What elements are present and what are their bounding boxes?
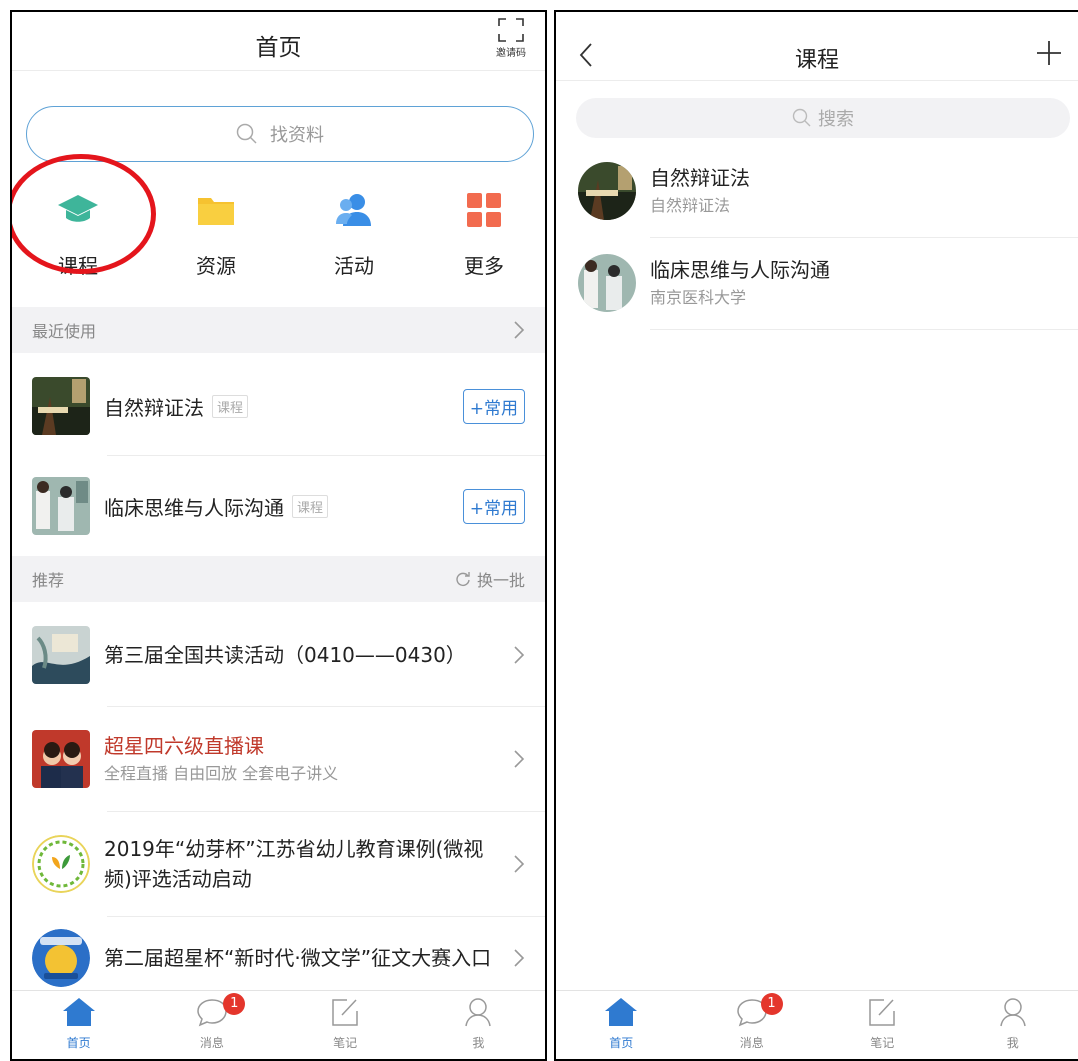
chevron-right-icon [514,855,525,873]
quick-activity-label: 活动 [334,254,374,278]
recommend-thumbnail [32,835,90,893]
tab-me-label: 我 [1006,1036,1019,1050]
tab-me[interactable]: 我 [412,991,545,1059]
tab-me[interactable]: 我 [948,991,1078,1059]
add-favorite-button[interactable]: +常用 [462,488,525,524]
course-subtitle: 自然辩证法 [650,196,731,215]
tab-home[interactable]: 首页 [556,991,687,1059]
search-placeholder: 找资料 [270,125,324,146]
recent-header-label: 最近使用 [32,322,97,341]
page-title: 首页 [255,35,302,61]
tab-messages[interactable]: 1 消息 [687,991,818,1059]
add-favorite-button[interactable]: +常用 [462,388,525,424]
tab-messages[interactable]: 1 消息 [145,991,278,1059]
scan-icon [498,18,524,42]
type-tag: 课程 [292,494,329,518]
quick-resource-label: 资源 [196,254,236,278]
search-icon [236,123,257,144]
recommend-title: 2019年“幼芽杯”江苏省幼儿教育课例(微视频)评选活动启动 [104,837,484,891]
unread-badge: 1 [223,993,246,1015]
chevron-right-icon [514,750,525,768]
course-avatar [578,254,636,312]
tab-home-label: 首页 [609,1036,634,1050]
add-icon[interactable] [1036,40,1062,66]
course-screen: 课程 搜索 自然辩证法 自然辩证法 临床思维与人际沟通 南京医科大学 首页 1 … [554,10,1078,1061]
quick-more-label: 更多 [464,254,504,278]
course-thumbnail [32,377,90,435]
course-item[interactable]: 临床思维与人际沟通 南京医科大学 [556,238,1078,328]
course-search-input[interactable]: 搜索 [576,98,1070,138]
recommend-title: 第二届超星杯“新时代·微文学”征文大赛入口 [104,946,492,970]
tab-bar: 首页 1 消息 笔记 我 [12,990,545,1059]
recommend-title: 超星四六级直播课 [104,734,264,758]
search-icon [792,108,811,127]
note-icon [869,999,895,1026]
course-avatar [578,162,636,220]
recent-header[interactable]: 最近使用 [12,307,545,353]
recent-item[interactable]: 临床思维与人际沟通 课程 +常用 [12,456,545,556]
refresh-button[interactable]: 换一批 [455,567,525,591]
search-placeholder: 搜索 [818,109,854,130]
chevron-right-icon [514,321,525,339]
recent-item-title: 临床思维与人际沟通 [104,495,284,520]
tab-notes[interactable]: 笔记 [279,991,412,1059]
invite-code-button[interactable]: 邀请码 [491,18,531,66]
folder-icon [198,198,234,225]
user-icon [1000,998,1026,1027]
quick-activity-button[interactable]: 活动 [294,192,414,279]
recommend-thumbnail [32,929,90,987]
course-name: 临床思维与人际沟通 [650,258,830,282]
course-subtitle: 南京医科大学 [650,288,747,307]
search-input[interactable]: 找资料 [26,106,534,162]
chevron-right-icon [514,646,525,664]
course-thumbnail [32,477,90,535]
people-icon [336,194,371,226]
quick-resource-button[interactable]: 资源 [156,192,276,279]
nav-divider [556,80,1078,81]
tab-home[interactable]: 首页 [12,991,145,1059]
recommend-title: 第三届全国共读活动（0410——0430） [104,643,466,667]
grid-icon [467,193,501,227]
highlight-circle [12,154,156,274]
recommend-header: 推荐 换一批 [12,556,545,602]
type-tag: 课程 [212,394,249,418]
home-icon [605,998,638,1026]
recommend-subtitle: 全程直播 自由回放 全套电子讲义 [104,764,339,783]
recommend-thumbnail [32,626,90,684]
invite-code-label: 邀请码 [496,48,526,59]
course-item[interactable]: 自然辩证法 自然辩证法 [556,146,1078,236]
user-icon [465,998,492,1027]
recommend-header-label: 推荐 [32,571,65,590]
tab-notes-label: 笔记 [333,1036,358,1050]
tab-bar: 首页 1 消息 笔记 我 [556,990,1078,1059]
recommend-item[interactable]: 超星四六级直播课 全程直播 自由回放 全套电子讲义 [12,707,545,811]
row-divider [650,329,1078,330]
tab-notes[interactable]: 笔记 [817,991,948,1059]
recommend-item[interactable]: 2019年“幼芽杯”江苏省幼儿教育课例(微视频)评选活动启动 [12,812,545,916]
tab-notes-label: 笔记 [870,1036,895,1050]
tab-home-label: 首页 [66,1036,91,1050]
refresh-label: 换一批 [476,571,525,590]
tab-me-label: 我 [472,1036,485,1050]
quick-more-button[interactable]: 更多 [424,192,544,279]
course-name: 自然辩证法 [650,166,750,190]
nav-divider [12,70,545,71]
tab-messages-label: 消息 [739,1036,764,1050]
page-title: 课程 [794,48,839,73]
recent-item-title: 自然辩证法 [104,395,204,420]
tab-messages-label: 消息 [199,1036,224,1050]
recent-item[interactable]: 自然辩证法 课程 +常用 [12,356,545,456]
refresh-icon [456,572,470,586]
recommend-thumbnail [32,730,90,788]
home-screen: 首页 邀请码 找资料 课程 资源 活动 更多 最近使用 自然辩证法 课程 +常用… [10,10,547,1061]
recommend-item[interactable]: 第二届超星杯“新时代·微文学”征文大赛入口 [12,917,545,999]
note-icon [332,999,358,1026]
chevron-right-icon [514,949,525,967]
home-icon [62,998,95,1026]
recommend-item[interactable]: 第三届全国共读活动（0410——0430） [12,604,545,706]
unread-badge: 1 [760,993,783,1015]
